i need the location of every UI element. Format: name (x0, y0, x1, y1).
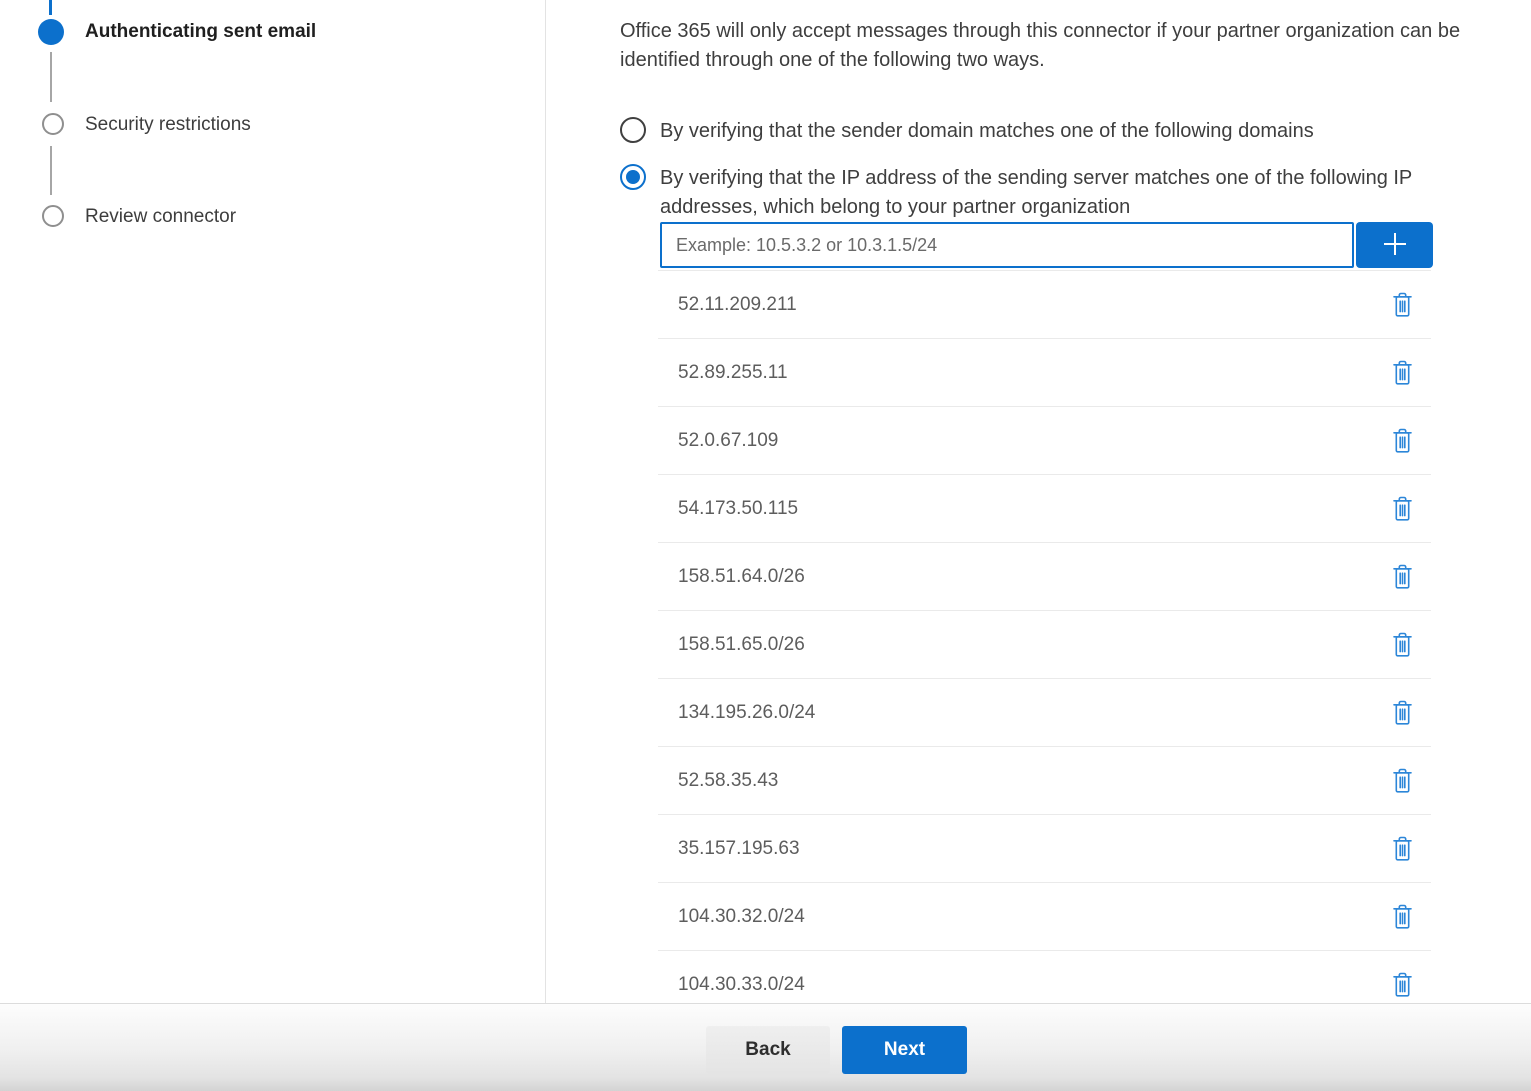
delete-ip-button[interactable] (1388, 426, 1417, 456)
delete-ip-button[interactable] (1388, 970, 1417, 1000)
step-upcoming-circle-icon (42, 205, 64, 227)
ip-list-item: 52.89.255.11 (658, 339, 1431, 407)
ip-address-value: 52.11.209.211 (678, 294, 797, 316)
trash-icon (1392, 442, 1413, 457)
ip-address-value: 104.30.32.0/24 (678, 906, 805, 928)
radio-unselected-icon (620, 117, 646, 143)
trash-icon (1392, 374, 1413, 389)
ip-address-value: 52.89.255.11 (678, 362, 788, 384)
add-ip-button[interactable] (1356, 222, 1433, 268)
step-security-restrictions: Security restrictions (85, 114, 251, 136)
ip-address-value: 158.51.65.0/26 (678, 634, 805, 656)
ip-address-value: 134.195.26.0/24 (678, 702, 815, 724)
radio-option-ip-address[interactable]: By verifying that the IP address of the … (620, 164, 1450, 222)
trash-icon (1392, 782, 1413, 797)
radio-option-label: By verifying that the sender domain matc… (660, 117, 1450, 146)
stepper-connector-line (50, 146, 52, 195)
delete-ip-button[interactable] (1388, 290, 1417, 320)
wizard-stepper-panel: Authenticating sent email Security restr… (0, 0, 546, 1003)
ip-address-value: 35.157.195.63 (678, 838, 800, 860)
ip-address-value: 52.0.67.109 (678, 430, 778, 452)
delete-ip-button[interactable] (1388, 630, 1417, 660)
delete-ip-button[interactable] (1388, 494, 1417, 524)
ip-list-item: 158.51.64.0/26 (658, 543, 1431, 611)
trash-icon (1392, 510, 1413, 525)
ip-address-value: 54.173.50.115 (678, 498, 798, 520)
back-button[interactable]: Back (706, 1026, 830, 1074)
ip-address-value: 104.30.33.0/24 (678, 974, 805, 996)
next-button[interactable]: Next (842, 1026, 967, 1074)
stepper-connector-line (50, 52, 52, 102)
ip-list-item: 52.58.35.43 (658, 747, 1431, 815)
ip-list-item: 54.173.50.115 (658, 475, 1431, 543)
page-description: Office 365 will only accept messages thr… (620, 17, 1500, 75)
step-authenticating-sent-email: Authenticating sent email (85, 21, 316, 43)
plus-icon (1380, 229, 1410, 262)
trash-icon (1392, 578, 1413, 593)
trash-icon (1392, 646, 1413, 661)
ip-address-input[interactable] (660, 222, 1354, 268)
authentication-settings-section: Office 365 will only accept messages thr… (620, 0, 1531, 1003)
delete-ip-button[interactable] (1388, 698, 1417, 728)
ip-address-value: 52.58.35.43 (678, 770, 778, 792)
delete-ip-button[interactable] (1388, 358, 1417, 388)
stepper-connector-previous (49, 0, 52, 15)
step-current-circle-icon (38, 19, 64, 45)
step-review-connector: Review connector (85, 206, 236, 228)
delete-ip-button[interactable] (1388, 766, 1417, 796)
ip-address-list: 52.11.209.211 52.89.255.11 52.0.67.109 5… (658, 270, 1431, 1019)
delete-ip-button[interactable] (1388, 834, 1417, 864)
trash-icon (1392, 918, 1413, 933)
delete-ip-button[interactable] (1388, 902, 1417, 932)
delete-ip-button[interactable] (1388, 562, 1417, 592)
ip-list-item: 158.51.65.0/26 (658, 611, 1431, 679)
ip-entry-row (660, 222, 1433, 268)
trash-icon (1392, 306, 1413, 321)
ip-list-item: 35.157.195.63 (658, 815, 1431, 883)
trash-icon (1392, 850, 1413, 865)
radio-selected-icon (620, 164, 646, 190)
ip-list-item: 134.195.26.0/24 (658, 679, 1431, 747)
ip-list-item: 104.30.32.0/24 (658, 883, 1431, 951)
trash-icon (1392, 986, 1413, 1001)
ip-address-value: 158.51.64.0/26 (678, 566, 805, 588)
trash-icon (1392, 714, 1413, 729)
wizard-footer: Back Next (0, 1003, 1531, 1091)
ip-list-item: 52.11.209.211 (658, 271, 1431, 339)
ip-list-item: 52.0.67.109 (658, 407, 1431, 475)
step-upcoming-circle-icon (42, 113, 64, 135)
radio-option-label: By verifying that the IP address of the … (660, 164, 1450, 222)
radio-option-sender-domain[interactable]: By verifying that the sender domain matc… (620, 117, 1450, 146)
